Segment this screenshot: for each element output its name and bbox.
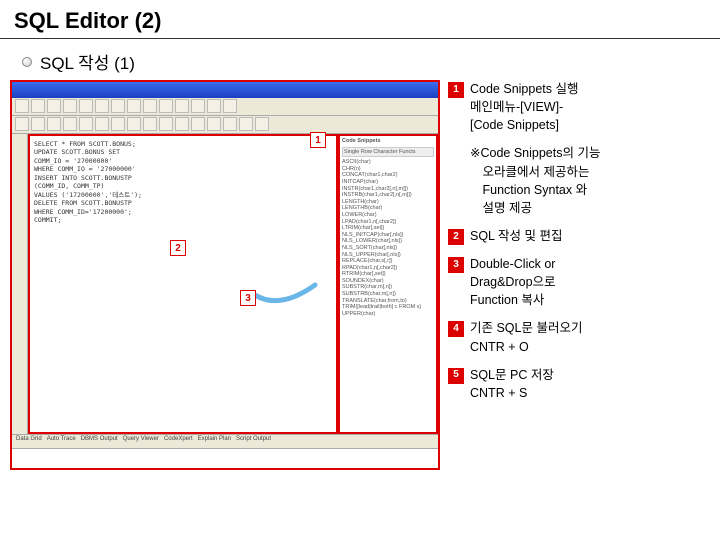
tab[interactable]: Script Output [236, 436, 271, 447]
code-line: DELETE FROM SCOTT.BONUSTP [34, 199, 332, 207]
code-line: (COMM_ID, COMM_TP) [34, 182, 332, 190]
snippet-list[interactable]: ASCII(char)CHR(n)CONCAT(char1,char2)INIT… [342, 159, 434, 317]
snippet-item[interactable]: LENGTH(char) [342, 199, 434, 206]
snippet-item[interactable]: CHR(n) [342, 166, 434, 173]
snippet-item[interactable]: TRIM([lead|trail|both] c FROM s) [342, 304, 434, 311]
tab[interactable]: Auto Trace [47, 436, 76, 447]
snippet-item[interactable]: UPPER(char) [342, 311, 434, 318]
sql-editor[interactable]: SELECT * FROM SCOTT.BONUS;UPDATE SCOTT.B… [28, 134, 338, 434]
snippet-item[interactable]: NLS_LOWER(char[,nls]) [342, 238, 434, 245]
tab[interactable]: Explain Plan [198, 436, 231, 447]
snippets-category[interactable]: Single Row Character Functs [342, 147, 434, 158]
window-titlebar [12, 82, 438, 98]
explanation-list: 1 Code Snippets 실행 메인메뉴-[VIEW]- [Code Sni… [440, 80, 710, 470]
toolbar-1 [12, 98, 438, 116]
snippet-item[interactable]: LOWER(char) [342, 212, 434, 219]
screenshot-panel: SELECT * FROM SCOTT.BONUS;UPDATE SCOTT.B… [10, 80, 440, 470]
bullet-icon [22, 57, 32, 67]
code-line: WHERE COMM_IO = '27000000' [34, 165, 332, 173]
num-3: 3 [448, 257, 464, 273]
snippet-item[interactable]: REPLACE(char,s[,r]) [342, 258, 434, 265]
snippet-item[interactable]: TRANSLATE(char,from,to) [342, 298, 434, 305]
snippet-item[interactable]: NLS_SORT(char[,nls]) [342, 245, 434, 252]
callout-1: 1 [310, 132, 326, 148]
num-2: 2 [448, 229, 464, 245]
code-line: INSERT INTO SCOTT.BONUSTP [34, 174, 332, 182]
code-line: VALUES ('17200000','테스트'); [34, 191, 332, 199]
tab[interactable]: CodeXpert [164, 436, 193, 447]
snippet-item[interactable]: INITCAP(char) [342, 179, 434, 186]
desc-5: SQL문 PC 저장 CNTR + S [470, 366, 710, 402]
snippet-item[interactable]: INSTRB(char1,char2[,n[,m]]) [342, 192, 434, 199]
snippet-item[interactable]: SUBSTR(char,m[,n]) [342, 284, 434, 291]
code-line: COMM_IO = '27000000' [34, 157, 332, 165]
code-line: SELECT * FROM SCOTT.BONUS; [34, 140, 332, 148]
snippet-item[interactable]: LENGTHB(char) [342, 205, 434, 212]
tab[interactable]: Data Grid [16, 436, 42, 447]
snippet-item[interactable]: RPAD(char1,n[,char2]) [342, 265, 434, 272]
desc-4: 기존 SQL문 불러오기 CNTR + O [470, 319, 710, 355]
snippet-item[interactable]: CONCAT(char1,char2) [342, 172, 434, 179]
num-4: 4 [448, 321, 464, 337]
callout-3: 3 [240, 290, 256, 306]
data-grid[interactable] [12, 448, 438, 470]
snippet-item[interactable]: NLS_UPPER(char[,nls]) [342, 252, 434, 259]
section-heading: SQL 작성 (1) [0, 39, 720, 80]
app-window: SELECT * FROM SCOTT.BONUS;UPDATE SCOTT.B… [10, 80, 440, 470]
snippet-item[interactable]: LPAD(char1,n[,char2]) [342, 219, 434, 226]
toolbar-2 [12, 116, 438, 134]
desc-2: SQL 작성 및 편집 [470, 227, 710, 245]
desc-1: Code Snippets 실행 메인메뉴-[VIEW]- [Code Snip… [470, 80, 710, 134]
note: ※Code Snippets의 기능 오라클에서 제공하는 Function S… [470, 144, 710, 217]
snippet-item[interactable]: SUBSTRB(char,m[,n]) [342, 291, 434, 298]
snippet-item[interactable]: SOUNDEX(char) [342, 278, 434, 285]
tab[interactable]: Query Viewer [123, 436, 159, 447]
callout-2: 2 [170, 240, 186, 256]
desc-3: Double-Click or Drag&Drop으로 Function 복사 [470, 255, 710, 309]
snippet-item[interactable]: INSTR(char1,char2[,n[,m]]) [342, 186, 434, 193]
code-line: COMMIT; [34, 216, 332, 224]
snippet-item[interactable]: ASCII(char) [342, 159, 434, 166]
tab[interactable]: DBMS Output [81, 436, 118, 447]
left-gutter [12, 134, 28, 434]
snippet-item[interactable]: LTRIM(char[,set]) [342, 225, 434, 232]
page-title: SQL Editor (2) [0, 0, 720, 39]
snippet-item[interactable]: NLS_INITCAP(char[,nls]) [342, 232, 434, 239]
num-1: 1 [448, 82, 464, 98]
num-5: 5 [448, 368, 464, 384]
code-snippets-panel[interactable]: Code Snippets Single Row Character Funct… [338, 134, 438, 434]
section-title-text: SQL 작성 (1) [40, 49, 135, 74]
snippet-item[interactable]: RTRIM(char[,set]) [342, 271, 434, 278]
bottom-tabs[interactable]: Data Grid Auto Trace DBMS Output Query View… [12, 434, 438, 448]
snippets-title: Code Snippets [342, 138, 434, 145]
code-line: UPDATE SCOTT.BONUS SET [34, 148, 332, 156]
code-line: WHERE COMM_ID='17200000'; [34, 208, 332, 216]
